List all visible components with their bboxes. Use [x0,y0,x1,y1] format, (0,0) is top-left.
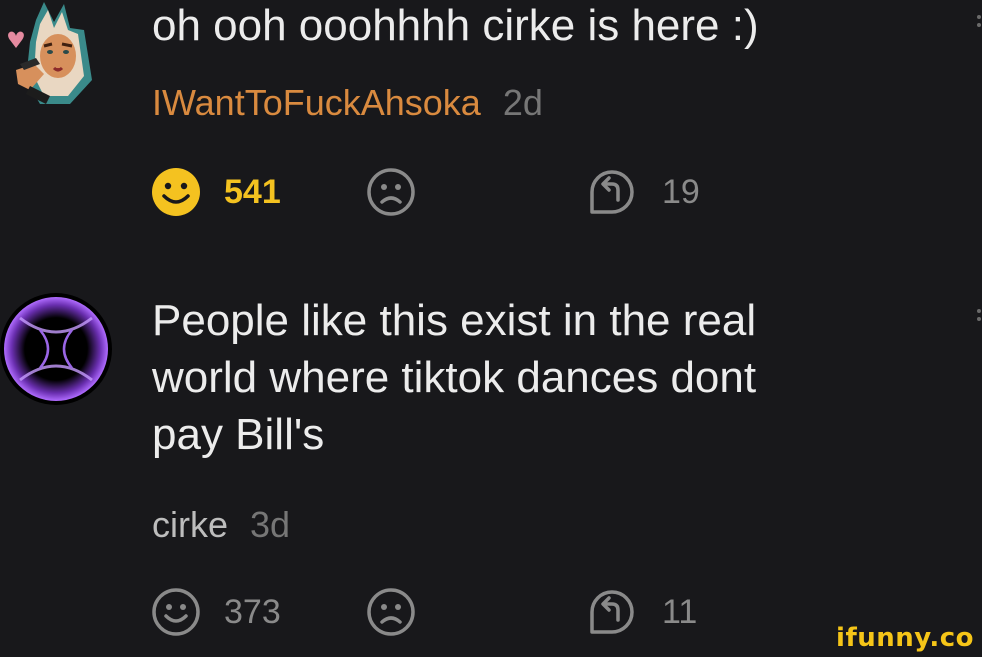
comment-meta: IWantToFuckAhsoka 2d [152,82,543,124]
comment-2: People like this exist in the real world… [0,280,982,657]
comment-text: oh ooh ooohhhh cirke is here :) [152,1,759,50]
reply-icon [590,590,634,634]
comment-text-line: People like this exist in the real [152,296,757,345]
timestamp: 3d [250,504,291,545]
comment-1: oh ooh ooohhhh cirke is here :) IWantToF… [0,0,982,260]
smile-count: 373 [224,592,281,631]
smile-icon [152,168,200,216]
more-options-icon[interactable] [976,308,982,322]
smile-button[interactable]: 541 [150,166,281,218]
ifunny-watermark: ifunny.co [836,623,974,653]
reply-button[interactable]: 11 [584,586,697,638]
reply-count: 11 [662,592,698,631]
avatar-cartoon[interactable] [0,0,112,112]
reply-button[interactable]: 19 [584,166,700,218]
reply-icon [590,170,634,214]
comment-text-line: world where tiktok dances dont [152,353,757,402]
comment-text-line: pay Bill's [152,410,325,459]
frown-icon [367,168,415,216]
username-link[interactable]: IWantToFuckAhsoka [152,82,481,123]
unsmile-button[interactable] [365,586,417,638]
username-link[interactable]: cirke [152,504,228,545]
smile-icon [152,588,200,636]
avatar-purple[interactable] [0,290,116,408]
comment-meta: cirke 3d [152,504,290,546]
purple-ring-avatar-icon [0,293,112,405]
unsmile-button[interactable] [365,166,417,218]
comment-text: People like this exist in the real world… [152,292,756,463]
cartoon-avatar-icon [0,0,112,112]
smile-button[interactable]: 373 [150,586,281,638]
frown-icon [367,588,415,636]
more-options-icon[interactable] [976,14,982,28]
smile-count: 541 [224,172,281,211]
timestamp: 2d [502,82,543,123]
reply-count: 19 [662,172,700,211]
